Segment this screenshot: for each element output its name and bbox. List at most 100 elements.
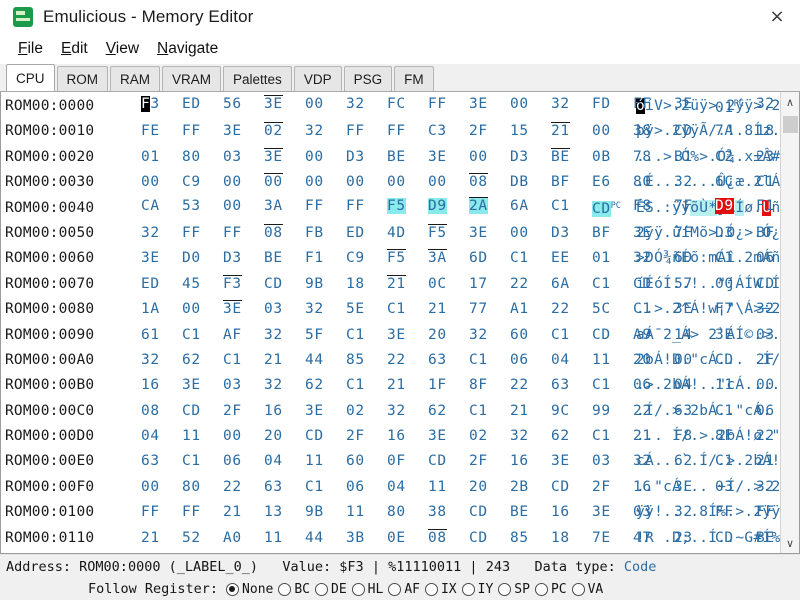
hex-byte[interactable]: 3E [428,424,469,449]
hex-byte[interactable]: F5 [428,221,469,246]
hex-byte[interactable]: CD [469,526,510,551]
hex-byte[interactable]: CD [305,424,346,449]
hex-byte[interactable]: 03 [223,373,264,398]
hex-byte[interactable]: 00 [141,475,182,500]
hex-byte[interactable]: 3E [387,323,428,348]
hex-byte[interactable]: 8F [469,373,510,398]
hex-byte[interactable]: 3E [305,399,346,424]
hex-byte[interactable]: CA [141,194,182,223]
hex-byte[interactable]: 9B [305,500,346,525]
hex-byte[interactable]: FF [182,119,223,144]
hex-byte[interactable]: 00 [756,373,780,398]
hex-byte[interactable]: 6A [510,194,551,223]
hex-byte[interactable]: F1 [305,246,346,271]
hex-byte[interactable]: FF [346,119,387,144]
hex-row[interactable]: ROM00:00D0 04 11 00 20 CD 2F 16 3E 02 32 62 C1 21 F8 8F… [5,424,780,449]
hex-byte[interactable]: D9 [428,194,469,223]
hex-byte[interactable]: 32 [469,323,510,348]
hex-byte[interactable]: 08 [141,399,182,424]
hex-byte[interactable]: 32 [756,297,780,322]
hex-byte[interactable]: 2F [756,348,780,373]
hex-byte[interactable]: 61 [141,323,182,348]
hex-byte[interactable]: F8 [633,194,674,223]
hex-byte[interactable]: 62 [182,348,223,373]
hex-byte[interactable]: 22 [223,475,264,500]
scroll-up-icon[interactable]: ∧ [781,92,800,112]
hex-byte[interactable]: 78 [633,145,674,170]
hex-byte[interactable]: 5C [592,297,633,322]
hex-byte[interactable]: 22 [387,348,428,373]
follow-register-option-bc[interactable]: BC [278,582,310,597]
hex-byte[interactable]: 32 [305,119,346,144]
hex-byte[interactable]: F5 [387,194,428,223]
hex-byte[interactable]: CD [715,348,756,373]
hex-byte[interactable]: 21 [387,373,428,398]
hex-byte[interactable]: 5F [305,323,346,348]
hex-byte[interactable]: 85 [346,348,387,373]
hex-row[interactable]: ROM00:012017E521400019EBE10DC218013A01C0… [5,551,780,553]
hex-byte[interactable]: 80 [387,500,428,525]
hex-byte[interactable]: 38 [428,500,469,525]
hex-byte[interactable]: 20 [428,323,469,348]
scroll-down-icon[interactable]: ∨ [781,533,800,553]
hex-byte[interactable]: FF [756,500,780,525]
hex-byte[interactable]: 04 [264,449,305,474]
hex-row[interactable]: ROM00:0090 61 C1 AF 32 5F C1 3E 20 32 60 C1 CD A9 14 3E… [5,323,780,348]
hex-byte[interactable]: 7E [592,526,633,551]
follow-register-option-ix[interactable]: IX [424,582,457,597]
hex-byte[interactable]: 00 [182,297,223,322]
hex-row[interactable]: ROM00:0010 FE FF 3E 02 32 FF FF C3 2F 15 21 00 38 CD 7A… [5,119,780,144]
hex-byte[interactable]: C1 [756,170,780,195]
tab-ram[interactable]: RAM [110,66,161,91]
follow-register-option-va[interactable]: VA [571,582,603,597]
hex-byte[interactable]: B7 [756,551,780,553]
hex-byte[interactable]: 16 [141,373,182,398]
hex-byte[interactable]: 21 [510,399,551,424]
hex-byte[interactable]: 08 [428,526,469,551]
hex-byte[interactable]: 3E [674,297,715,322]
hex-byte[interactable]: 16 [510,449,551,474]
hex-byte[interactable]: 21 [756,449,780,474]
hex-byte[interactable]: F8 [674,424,715,449]
menu-item-edit[interactable]: Edit [53,38,96,60]
hex-byte[interactable]: C1 [551,323,592,348]
hex-byte[interactable]: 21 [264,348,305,373]
hex-byte[interactable]: 16 [551,500,592,525]
hex-byte[interactable]: 44 [305,526,346,551]
hex-byte[interactable]: 1F [428,373,469,398]
hex-byte[interactable]: 2B [510,475,551,500]
hex-byte[interactable]: 11 [592,348,633,373]
hex-byte[interactable]: D9 [715,194,756,223]
hex-byte[interactable]: 11 [264,526,305,551]
hex-row[interactable]: ROM00:0050 32 FF FF 08 FB ED 4D F5 3E 00 D3 BF 3E 7F D3… [5,221,780,246]
hex-byte[interactable]: 22 [510,272,551,297]
hex-byte[interactable]: B1 [674,145,715,170]
hex-byte[interactable]: FF [346,194,387,223]
follow-register-option-sp[interactable]: SP [498,582,530,597]
hex-byte[interactable]: 20 [264,424,305,449]
hex-byte[interactable]: 3E [674,475,715,500]
hex-byte[interactable]: D3 [223,246,264,271]
hex-byte[interactable]: C1 [346,323,387,348]
hex-byte[interactable]: AF [223,323,264,348]
hex-byte[interactable]: 32 [305,297,346,322]
hex-byte[interactable]: 2F [223,399,264,424]
tab-psg[interactable]: PSG [343,66,393,91]
hex-byte[interactable]: CD [715,526,756,551]
hex-byte[interactable]: 40 [264,551,305,553]
hex-byte[interactable]: 00 [141,170,182,195]
hex-byte[interactable]: C1 [469,399,510,424]
hex-byte[interactable]: C1 [633,297,674,322]
hex-byte[interactable]: 21 [141,526,182,551]
hex-byte[interactable]: 63 [551,373,592,398]
radio-button-ix[interactable] [424,582,438,596]
hex-byte[interactable]: C2 [715,145,756,170]
hex-byte[interactable]: 06 [346,475,387,500]
hex-byte[interactable]: 3E [264,92,305,121]
hex-row[interactable]: ROM00:0070 ED 45 F3 CD 9B 18 21 0C 17 22 6A C1 CD 57 00… [5,272,780,297]
hex-byte[interactable]: 62 [674,449,715,474]
hex-byte[interactable]: 21 [223,551,264,553]
radio-button-bc[interactable] [278,582,292,596]
hex-byte[interactable]: 15 [510,119,551,144]
hex-byte[interactable]: 00 [223,424,264,449]
